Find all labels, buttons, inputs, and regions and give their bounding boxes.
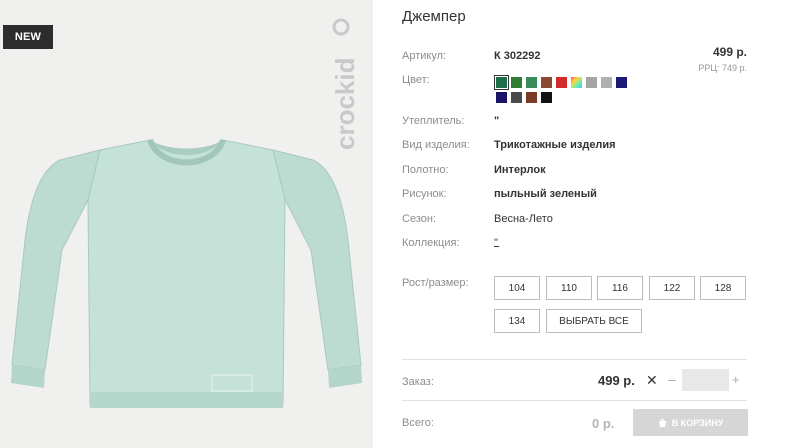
color-swatch[interactable]	[511, 92, 522, 103]
spec-value-pattern: пыльный зеленый	[494, 188, 597, 200]
color-swatch[interactable]	[511, 77, 522, 88]
total-price: 0 р.	[592, 416, 615, 431]
divider	[402, 359, 747, 360]
increase-quantity-button[interactable]: +	[732, 372, 740, 387]
spec-label-fabric: Полотно:	[402, 164, 449, 176]
spec-value-insulation: "	[494, 115, 500, 127]
decrease-quantity-button[interactable]: –	[668, 371, 676, 387]
product-price: 499 р.	[712, 45, 747, 59]
color-swatch-multicolor[interactable]	[571, 77, 582, 88]
color-swatch[interactable]	[526, 77, 537, 88]
total-label: Всего:	[402, 417, 434, 429]
order-unit-price: 499 р.	[598, 373, 635, 388]
select-all-sizes-button[interactable]: ВЫБРАТЬ ВСЕ	[546, 309, 642, 333]
spec-value-fabric: Интерлок	[494, 164, 546, 176]
color-swatch[interactable]	[556, 77, 567, 88]
multiply-icon: ✕	[646, 372, 658, 388]
divider	[402, 400, 747, 401]
spec-label-collection: Коллекция:	[402, 237, 460, 249]
color-swatch[interactable]	[616, 77, 627, 88]
size-button-122[interactable]: 122	[649, 276, 695, 300]
color-swatch[interactable]	[494, 75, 509, 90]
size-label: Рост/размер:	[402, 277, 469, 289]
color-swatch[interactable]	[586, 77, 597, 88]
spec-value-article: К 302292	[494, 50, 541, 62]
size-button-110[interactable]: 110	[546, 276, 592, 300]
add-to-cart-label: В КОРЗИНУ	[671, 417, 724, 428]
size-button-104[interactable]: 104	[494, 276, 540, 300]
product-image[interactable]: NEW crockid	[0, 0, 373, 448]
recommended-price: РРЦ: 749 р.	[698, 63, 747, 73]
spec-value-season: Весна-Лето	[494, 213, 553, 225]
product-details: Джемпер 499 р. РРЦ: 749 р. Артикул: К 30…	[402, 0, 800, 448]
new-badge: NEW	[3, 25, 53, 49]
size-button-134[interactable]: 134	[494, 309, 540, 333]
size-button-128[interactable]: 128	[700, 276, 746, 300]
spec-label-type: Вид изделия:	[402, 139, 470, 151]
collection-dash	[494, 246, 499, 247]
sweater-image	[0, 130, 373, 430]
color-swatch[interactable]	[601, 77, 612, 88]
color-swatch[interactable]	[526, 92, 537, 103]
add-to-cart-button[interactable]: В КОРЗИНУ	[633, 409, 748, 436]
spec-label-pattern: Рисунок:	[402, 188, 447, 200]
spec-label-color: Цвет:	[402, 74, 430, 86]
spec-label-article: Артикул:	[402, 50, 447, 62]
color-swatch[interactable]	[541, 92, 552, 103]
color-swatch[interactable]	[496, 92, 507, 103]
size-button-116[interactable]: 116	[597, 276, 643, 300]
color-swatch[interactable]	[541, 77, 552, 88]
spec-value-type: Трикотажные изделия	[494, 139, 616, 151]
product-title: Джемпер	[402, 8, 466, 25]
spec-value-collection: "	[494, 237, 498, 249]
quantity-input[interactable]	[682, 369, 729, 391]
basket-icon	[658, 418, 666, 427]
spec-label-insulation: Утеплитель:	[402, 115, 465, 127]
order-label: Заказ:	[402, 376, 434, 388]
spec-label-season: Сезон:	[402, 213, 436, 225]
